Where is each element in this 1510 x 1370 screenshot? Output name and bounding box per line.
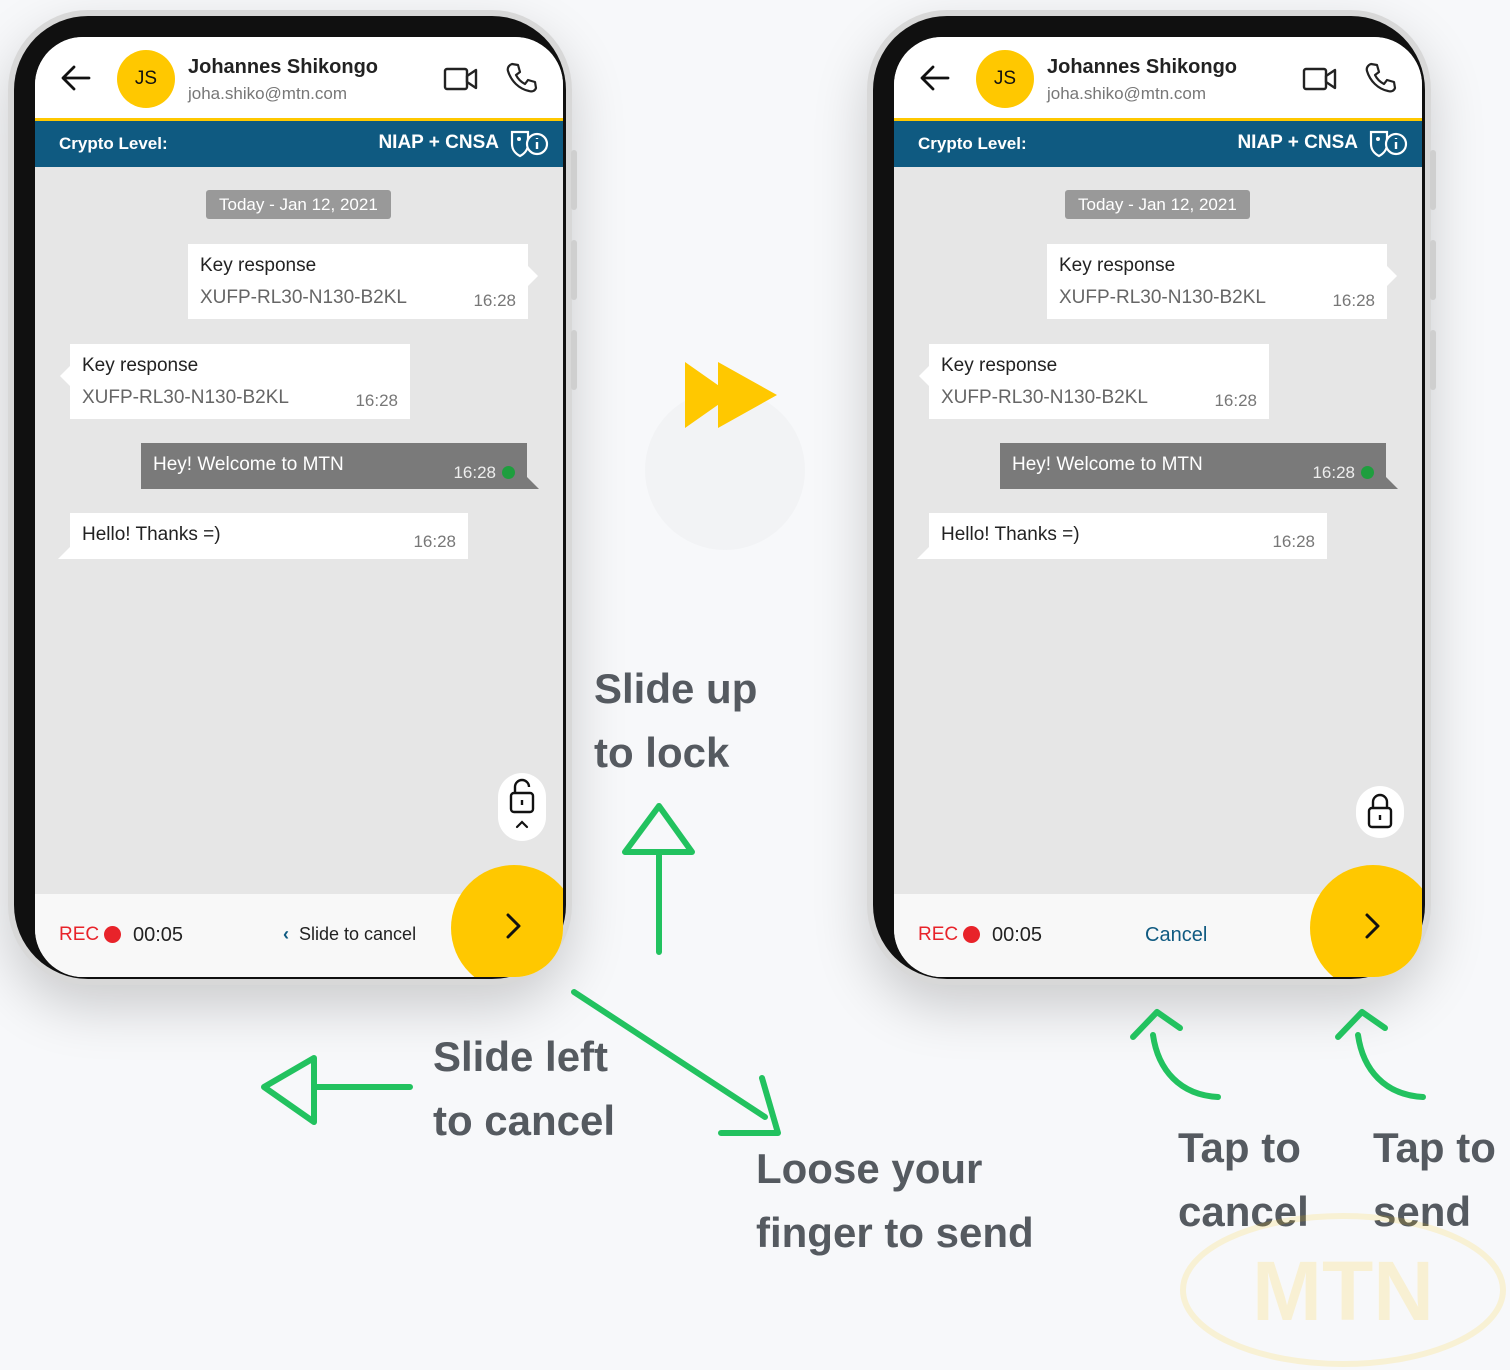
annotation-slide-up: Slide up to lock xyxy=(594,665,758,776)
tap-cancel-arrow xyxy=(1130,1009,1221,1100)
watermark-text: MTN xyxy=(1252,1244,1434,1338)
tap-send-arrow xyxy=(1335,1009,1426,1100)
slide-left-arrow xyxy=(261,1055,413,1125)
annotation-slide-left: Slide left to cancel xyxy=(433,1033,616,1144)
mtn-watermark-logo: MTN xyxy=(1180,1213,1506,1367)
slide-up-arrow xyxy=(622,803,695,955)
fast-forward-icon xyxy=(645,362,805,550)
annotation-release-to-send: Loose your finger to send xyxy=(756,1145,1034,1256)
